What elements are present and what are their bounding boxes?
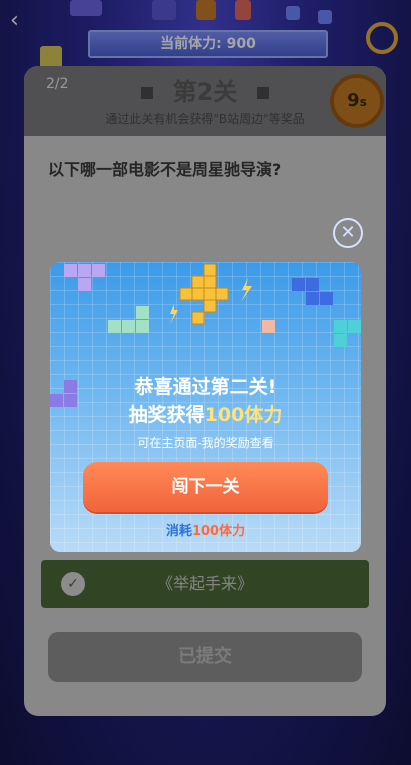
next-level-button[interactable]: 闯下一关 <box>83 462 328 512</box>
tile <box>334 334 347 347</box>
tile <box>262 320 275 333</box>
tile <box>122 320 135 333</box>
tile <box>348 320 361 333</box>
cost-prefix: 消耗 <box>165 524 192 539</box>
tile <box>320 292 333 305</box>
cost-text: 消耗100体力 <box>50 520 361 539</box>
reward-modal: 恭喜通过第二关! 抽奖获得100体力 可在主页面-我的奖励查看 闯下一关 消耗1… <box>50 262 361 552</box>
tile <box>136 320 149 333</box>
lightning-icon <box>170 263 252 325</box>
reward-prefix: 抽奖获得 <box>128 404 205 426</box>
modal-reward-line: 抽奖获得100体力 <box>50 400 361 427</box>
tile <box>136 306 149 319</box>
reward-note: 可在主页面-我的奖励查看 <box>137 436 274 450</box>
modal-title: 恭喜通过第二关! <box>134 376 277 398</box>
tile <box>78 264 91 277</box>
cost-amount: 100体力 <box>191 524 246 539</box>
tile <box>108 320 121 333</box>
tile <box>306 292 319 305</box>
tile <box>306 278 319 291</box>
tile <box>64 264 77 277</box>
tile <box>92 264 105 277</box>
tile <box>292 278 305 291</box>
tile <box>78 278 91 291</box>
tile <box>334 320 347 333</box>
close-icon[interactable]: ✕ <box>333 218 363 248</box>
reward-amount: 100体力 <box>204 404 283 426</box>
